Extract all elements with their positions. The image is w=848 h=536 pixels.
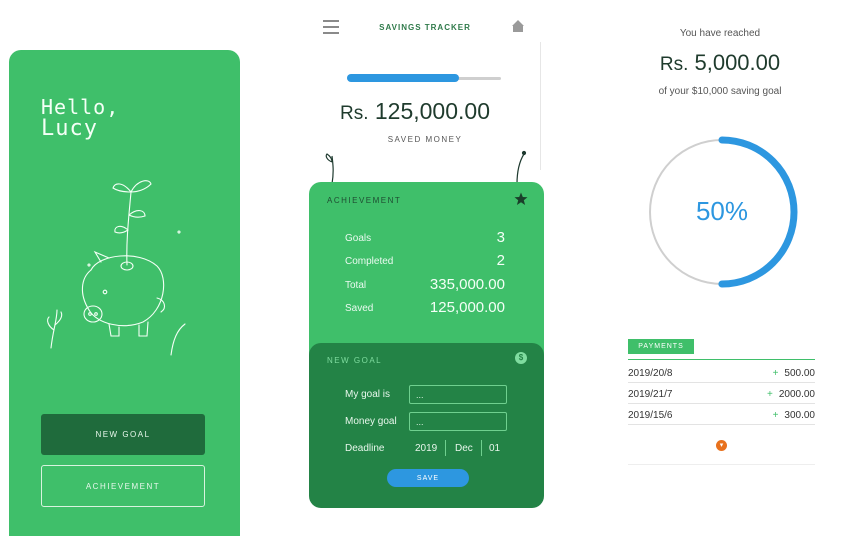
stat-label: Total (345, 280, 367, 291)
divider (481, 440, 482, 456)
divider (628, 464, 815, 465)
welcome-screen: Hello, Lucy NEW GOAL ACHIEVEMENT (9, 50, 240, 536)
plus-icon: + (772, 410, 779, 421)
home-icon[interactable] (511, 19, 525, 33)
user-name: Lucy (41, 116, 98, 141)
saved-money-label: SAVED MONEY (387, 135, 463, 144)
new-goal-button[interactable]: NEW GOAL (41, 414, 205, 455)
plus-icon: + (772, 368, 779, 379)
sprout-decoration (516, 150, 527, 184)
goal-progress-screen: You have reached Rs. 5,000.00 of your $1… (620, 0, 848, 536)
money-goal-input[interactable] (409, 412, 507, 431)
deadline-month[interactable]: Dec (455, 443, 473, 454)
reached-amount: Rs. 5,000.00 (620, 50, 820, 76)
stat-label: Completed (345, 256, 394, 267)
payment-amount-value: 2000.00 (778, 389, 815, 400)
currency: Rs. (339, 103, 369, 124)
goal-row: My goal is (345, 385, 515, 405)
stat-value: 3 (496, 229, 505, 246)
stat-label: Saved (345, 303, 374, 314)
deadline-label: Deadline (345, 443, 385, 454)
divider (540, 42, 541, 170)
save-button[interactable]: SAVE (387, 469, 469, 487)
payment-row: 2019/15/6 +300.00 (628, 405, 815, 425)
reached-label: You have reached (679, 28, 761, 39)
new-goal-card: NEW GOAL $ My goal is Money goal Deadlin… (309, 343, 544, 508)
new-goal-title: NEW GOAL (327, 356, 383, 365)
payment-date: 2019/21/7 (628, 389, 673, 400)
payment-date: 2019/20/8 (628, 368, 673, 379)
divider (445, 440, 446, 456)
stat-total: Total 335,000.00 (345, 273, 505, 293)
achievement-title: ACHIEVEMENT (327, 196, 402, 205)
payment-amount: +300.00 (773, 410, 815, 421)
stat-saved: Saved 125,000.00 (345, 296, 505, 316)
saved-amount: Rs. 125,000.00 (306, 98, 524, 125)
goal-text: of your $10,000 saving goal (658, 86, 782, 97)
dollar-icon: $ (515, 352, 527, 364)
plus-icon: + (767, 389, 773, 400)
stat-value: 335,000.00 (429, 276, 505, 293)
saved-amount-value: 125,000.00 (374, 98, 490, 124)
app-title: SAVINGS TRACKER (379, 23, 471, 32)
deadline-row: Deadline 2019 Dec 01 (345, 439, 515, 459)
piggy-bank-illustration (47, 180, 186, 356)
percent-text: 50% (695, 196, 749, 226)
stat-completed: Completed 2 (345, 249, 505, 269)
deadline-day[interactable]: 01 (489, 443, 500, 454)
chevron-down-icon[interactable]: ▾ (716, 440, 727, 451)
stat-goals: Goals 3 (345, 226, 505, 246)
payment-amount-value: 500.00 (784, 368, 815, 379)
money-goal-row: Money goal (345, 412, 515, 432)
payment-date: 2019/15/6 (628, 410, 673, 421)
payment-amount: +500.00 (773, 368, 815, 379)
deadline-year[interactable]: 2019 (415, 443, 437, 454)
savings-progress-fill (347, 74, 459, 82)
savings-tracker-screen: SAVINGS TRACKER Rs. 125,000.00 SAVED MON… (306, 0, 544, 510)
currency: Rs. (659, 54, 689, 75)
star-icon[interactable] (514, 192, 528, 206)
goal-label: My goal is (345, 389, 391, 400)
payment-row: 2019/20/8 +500.00 (628, 363, 815, 383)
achievement-button[interactable]: ACHIEVEMENT (41, 465, 205, 507)
divider (628, 359, 815, 360)
greeting: Hello, Lucy (41, 96, 119, 140)
greeting-text: Hello, (41, 95, 120, 119)
sprout-decoration (325, 153, 334, 184)
stat-value: 2 (496, 252, 505, 269)
payment-amount: +2000.00 (767, 389, 815, 400)
reached-amount-value: 5,000.00 (694, 50, 781, 75)
stat-value: 125,000.00 (429, 299, 505, 316)
payment-row: 2019/21/7 +2000.00 (628, 384, 815, 404)
payment-amount-value: 300.00 (784, 410, 815, 421)
stat-label: Goals (345, 233, 372, 244)
goal-input[interactable] (409, 385, 507, 404)
payments-tab[interactable]: PAYMENTS (628, 339, 694, 354)
money-goal-label: Money goal (345, 416, 397, 427)
